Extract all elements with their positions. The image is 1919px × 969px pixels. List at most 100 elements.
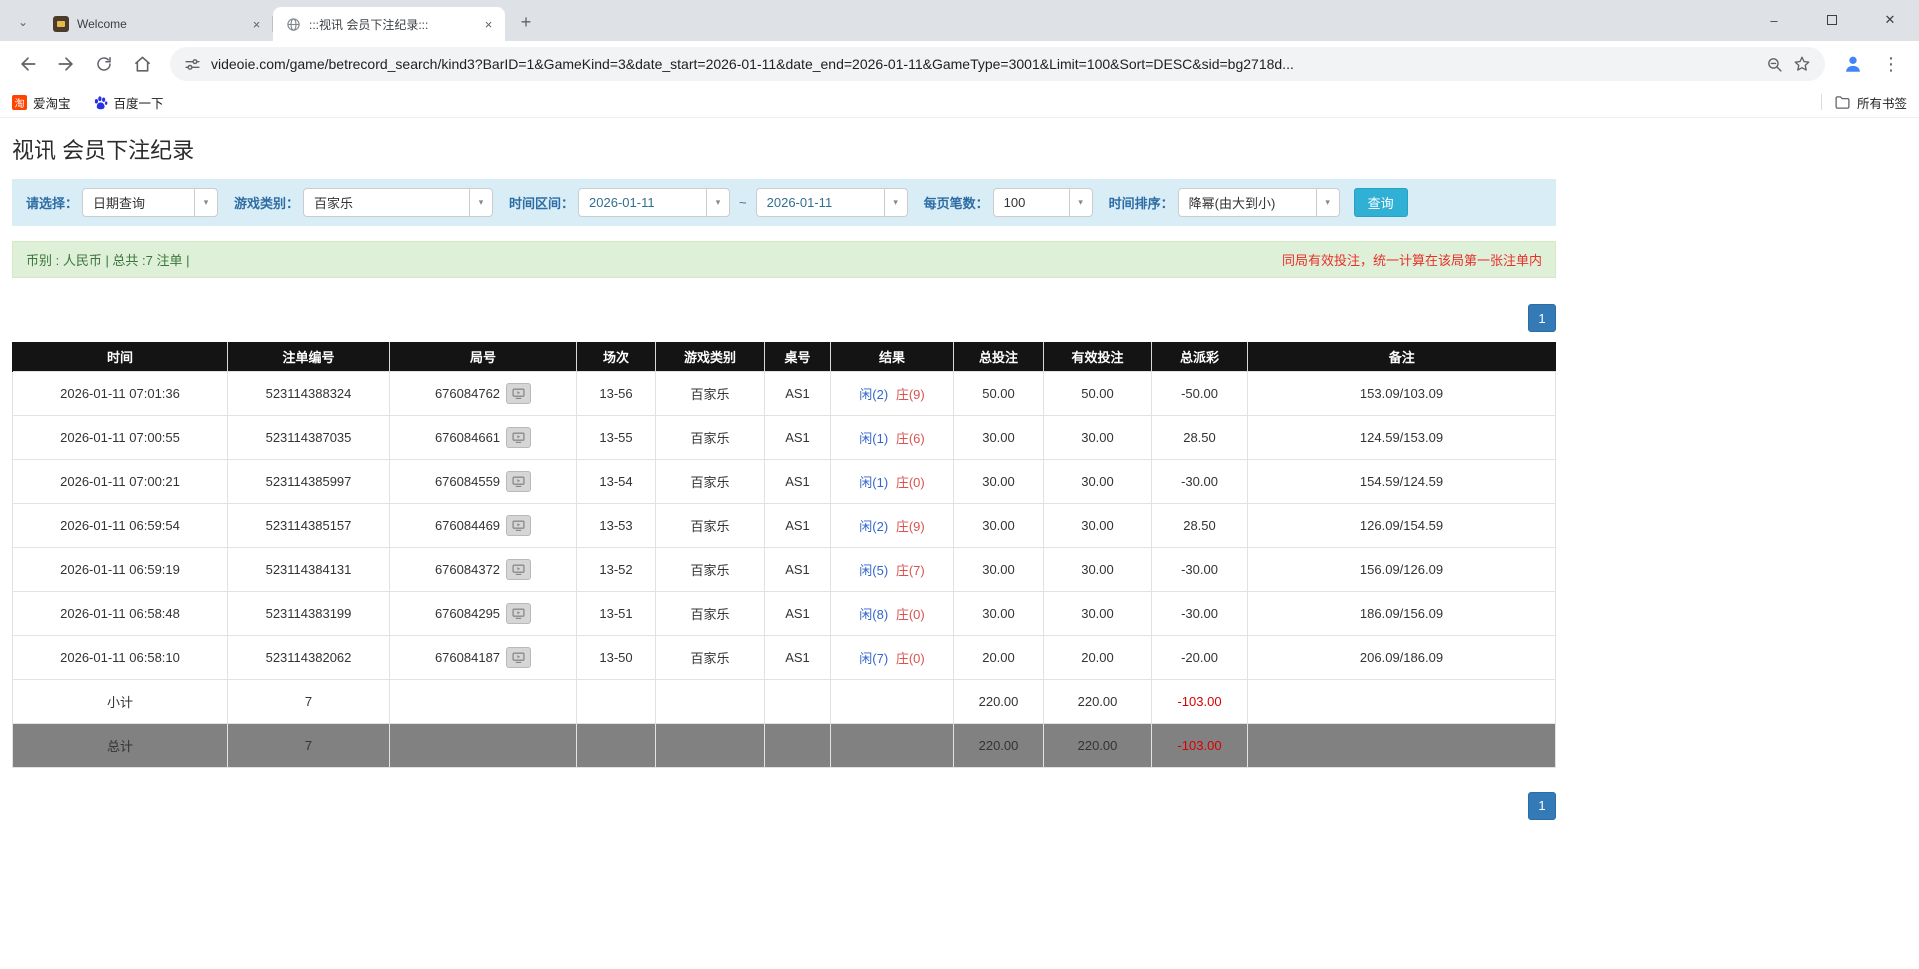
- video-replay-icon[interactable]: [506, 602, 532, 624]
- cell-result: 闲(2) 庄(9): [830, 370, 954, 416]
- per-page-label: 每页笔数：: [923, 196, 989, 211]
- result-banker: 庄(0): [895, 606, 925, 622]
- cell-total-bet[interactable]: 30.00: [953, 546, 1044, 592]
- page-1-button[interactable]: 1: [1528, 304, 1556, 332]
- close-icon[interactable]: ×: [248, 16, 265, 33]
- column-header: 注单编号: [227, 342, 390, 371]
- back-button[interactable]: [10, 46, 46, 82]
- round-number: 676084295: [434, 605, 501, 621]
- date-separator: ~: [739, 195, 747, 210]
- empty-cell: [389, 722, 577, 768]
- column-header: 备注: [1247, 342, 1556, 371]
- round-number: 676084661: [434, 429, 501, 445]
- close-button[interactable]: ✕: [1861, 0, 1919, 40]
- chevron-down-icon[interactable]: ▾: [194, 189, 217, 216]
- chevron-down-icon[interactable]: ▾: [1068, 189, 1092, 216]
- result-banker: 庄(7): [895, 562, 925, 578]
- video-replay-icon[interactable]: [506, 558, 532, 580]
- cell-total-bet[interactable]: 20.00: [953, 634, 1044, 680]
- table-row: 2026-01-11 07:00:55 523114387035 6760846…: [12, 414, 1556, 460]
- cell-session: 13-50: [576, 634, 656, 680]
- tab-strip: ⌄ Welcome × :::视讯 会员下注纪录::: × + – ✕: [0, 0, 1919, 41]
- cell-bet-id: 523114385157: [227, 502, 390, 548]
- page-title: 视讯 会员下注纪录: [12, 138, 195, 163]
- video-replay-icon[interactable]: [506, 470, 532, 492]
- chevron-down-icon[interactable]: ▾: [883, 189, 907, 216]
- cell-table-no: AS1: [764, 502, 831, 548]
- bookmarks-right: 所有书签: [1820, 93, 1907, 112]
- minimize-button[interactable]: –: [1745, 0, 1803, 40]
- close-icon[interactable]: ×: [480, 16, 497, 33]
- forward-button[interactable]: [48, 46, 84, 82]
- cell-time: 2026-01-11 06:58:48: [12, 590, 228, 636]
- page-1-button[interactable]: 1: [1528, 791, 1556, 820]
- menu-icon[interactable]: ⋮: [1873, 46, 1909, 82]
- total-total-bet: 220.00: [953, 722, 1044, 768]
- result-player: 闲(8): [859, 606, 889, 622]
- video-replay-icon[interactable]: [506, 382, 532, 404]
- empty-cell: [1247, 678, 1556, 724]
- result-banker: 庄(9): [895, 386, 925, 402]
- all-bookmarks-button[interactable]: 所有书签: [1834, 93, 1907, 112]
- subtotal-row: 小计 7 220.00 220.00 -103.00: [12, 678, 1556, 724]
- url-bar[interactable]: videoie.com/game/betrecord_search/kind3?…: [170, 47, 1825, 81]
- cell-session: 13-55: [576, 414, 656, 460]
- total-label: 总计: [12, 722, 228, 768]
- page-content: 视讯 会员下注纪录 请选择： 日期查询 ▾ 游戏类别： 百家乐 ▾ 时间区间： …: [12, 133, 1556, 820]
- bookmark-star-icon[interactable]: [1793, 55, 1811, 73]
- bookmark-baidu[interactable]: 百度一下: [93, 93, 164, 112]
- empty-cell: [830, 678, 954, 724]
- profile-avatar[interactable]: [1835, 46, 1871, 82]
- tab-search-button[interactable]: ⌄: [9, 8, 37, 36]
- cell-valid-bet: 30.00: [1043, 458, 1152, 504]
- cell-note: 124.59/153.09: [1247, 414, 1556, 460]
- sort-value: 降幂(由大到小): [1188, 196, 1276, 211]
- home-button[interactable]: [124, 46, 160, 82]
- table-row: 2026-01-11 06:59:54 523114385157 6760844…: [12, 502, 1556, 548]
- subtotal-label: 小计: [12, 678, 228, 724]
- cell-game-type: 百家乐: [655, 458, 765, 504]
- maximize-button[interactable]: [1803, 0, 1861, 40]
- cell-table-no: AS1: [764, 590, 831, 636]
- tab-welcome[interactable]: Welcome ×: [41, 7, 273, 41]
- table-body: 2026-01-11 07:01:36 523114388324 6760847…: [12, 370, 1556, 680]
- video-replay-icon[interactable]: [506, 426, 532, 448]
- table-row: 2026-01-11 06:59:19 523114384131 6760843…: [12, 546, 1556, 592]
- cell-table-no: AS1: [764, 370, 831, 416]
- date-mode-select[interactable]: 日期查询 ▾: [82, 188, 219, 217]
- refresh-button[interactable]: [86, 46, 122, 82]
- zoom-icon[interactable]: [1766, 56, 1783, 73]
- column-header: 局号: [389, 342, 577, 371]
- cell-total-bet[interactable]: 30.00: [953, 502, 1044, 548]
- cell-note: 186.09/156.09: [1247, 590, 1556, 636]
- chevron-down-icon[interactable]: ▾: [706, 189, 729, 216]
- video-replay-icon[interactable]: [506, 646, 532, 668]
- cell-total-bet[interactable]: 30.00: [953, 458, 1044, 504]
- empty-cell: [576, 678, 656, 724]
- sort-select[interactable]: 降幂(由大到小) ▾: [1177, 188, 1340, 217]
- table-summary: 小计 7 220.00 220.00 -103.00 总计 7 220.00 2…: [12, 678, 1556, 768]
- cell-payout: -30.00: [1151, 546, 1248, 592]
- date-start-select[interactable]: 2026-01-11 ▾: [578, 188, 731, 217]
- new-tab-button[interactable]: +: [512, 8, 540, 36]
- cell-total-bet[interactable]: 30.00: [953, 590, 1044, 636]
- maximize-icon: [1827, 15, 1837, 25]
- search-button[interactable]: 查询: [1353, 188, 1408, 217]
- chevron-down-icon[interactable]: ▾: [1315, 189, 1339, 216]
- cell-bet-id: 523114382062: [227, 634, 390, 680]
- per-page-select[interactable]: 100 ▾: [992, 188, 1093, 217]
- chevron-down-icon[interactable]: ▾: [469, 189, 492, 216]
- site-info-icon[interactable]: [184, 56, 201, 73]
- bookmark-aitaobao[interactable]: 淘 爱淘宝: [12, 93, 71, 112]
- tab-betrecord[interactable]: :::视讯 会员下注纪录::: ×: [273, 7, 505, 41]
- round-number: 676084187: [434, 649, 501, 665]
- cell-table-no: AS1: [764, 634, 831, 680]
- table-row: 2026-01-11 07:00:21 523114385997 6760845…: [12, 458, 1556, 504]
- plus-icon: +: [520, 11, 532, 32]
- date-end-select[interactable]: 2026-01-11 ▾: [755, 188, 908, 217]
- game-type-select[interactable]: 百家乐 ▾: [303, 188, 494, 217]
- video-replay-icon[interactable]: [506, 514, 532, 536]
- cell-total-bet[interactable]: 30.00: [953, 414, 1044, 460]
- cell-total-bet[interactable]: 50.00: [953, 370, 1044, 416]
- arrow-left-icon: [21, 57, 36, 71]
